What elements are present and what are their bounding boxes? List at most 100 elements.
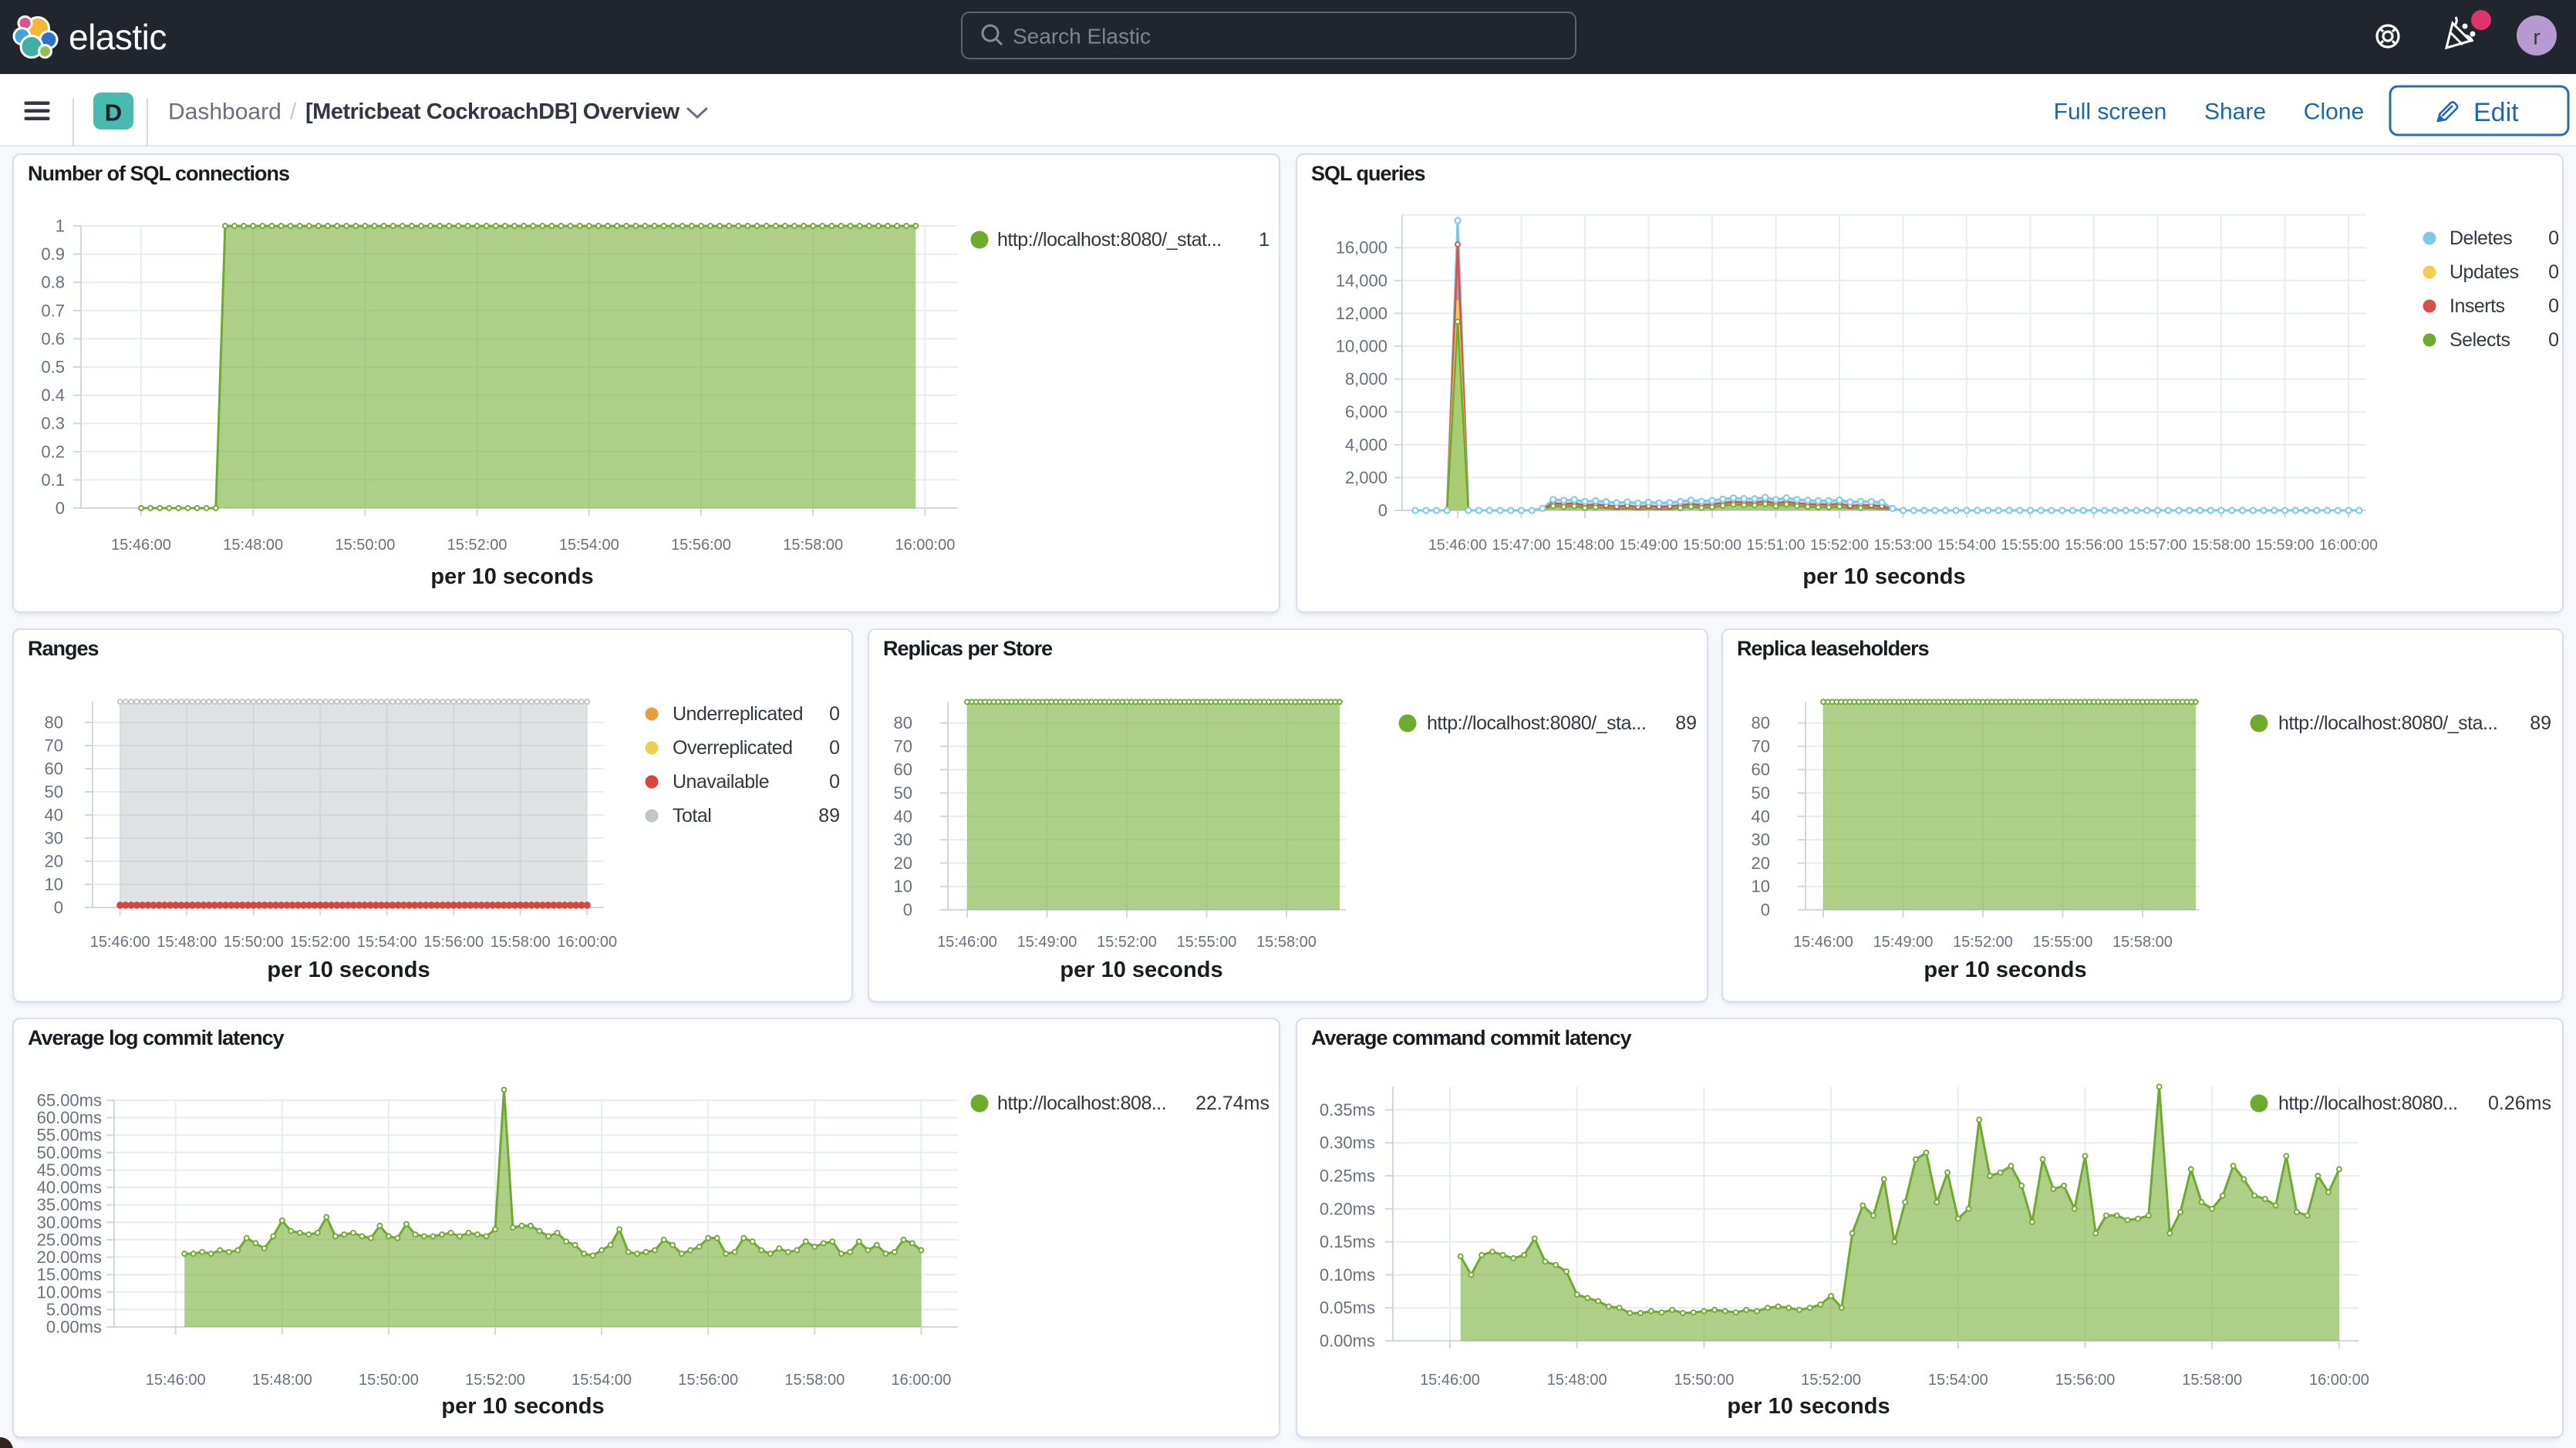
svg-text:15:56:00: 15:56:00 <box>2065 537 2123 554</box>
svg-text:6,000: 6,000 <box>1345 402 1387 422</box>
svg-text:Full screen: Full screen <box>2054 99 2167 125</box>
svg-text:45.00ms: 45.00ms <box>37 1160 102 1180</box>
svg-text:80: 80 <box>894 713 912 732</box>
svg-text:15:46:00: 15:46:00 <box>90 934 150 951</box>
svg-text:1: 1 <box>56 217 65 236</box>
svg-text:0.30ms: 0.30ms <box>1320 1133 1375 1153</box>
svg-text:15:46:00: 15:46:00 <box>937 934 997 951</box>
svg-text:15:50:00: 15:50:00 <box>1674 1372 1734 1389</box>
svg-text:0: 0 <box>1378 501 1387 520</box>
svg-text:per 10 seconds: per 10 seconds <box>267 958 430 982</box>
svg-text:0: 0 <box>2548 295 2559 317</box>
svg-text:10: 10 <box>45 875 63 894</box>
svg-text:15:46:00: 15:46:00 <box>1793 934 1853 951</box>
svg-text:15:48:00: 15:48:00 <box>157 934 217 951</box>
svg-text:15:46:00: 15:46:00 <box>1428 537 1487 554</box>
svg-text:per 10 seconds: per 10 seconds <box>430 564 593 589</box>
svg-text:Share: Share <box>2204 99 2266 125</box>
svg-text:http://localhost:8080/_sta...: http://localhost:8080/_sta... <box>2278 712 2497 734</box>
svg-text:15:48:00: 15:48:00 <box>223 537 283 554</box>
svg-text:40: 40 <box>45 806 63 825</box>
svg-text:50: 50 <box>894 783 912 803</box>
svg-text:Inserts: Inserts <box>2450 295 2505 317</box>
svg-text:5.00ms: 5.00ms <box>46 1300 102 1319</box>
svg-text:15:58:00: 15:58:00 <box>1256 934 1317 951</box>
svg-text:0: 0 <box>2548 329 2559 351</box>
svg-text:0.35ms: 0.35ms <box>1320 1100 1375 1120</box>
svg-text:16:00:00: 16:00:00 <box>2319 537 2378 554</box>
svg-text:per 10 seconds: per 10 seconds <box>1924 958 2086 982</box>
svg-text:http://localhost:8080/_stat...: http://localhost:8080/_stat... <box>997 229 1222 251</box>
svg-text:elastic: elastic <box>69 17 167 57</box>
svg-text:/: / <box>290 99 297 125</box>
svg-text:50: 50 <box>1752 783 1770 803</box>
svg-text:12,000: 12,000 <box>1336 304 1387 323</box>
svg-text:55.00ms: 55.00ms <box>37 1126 102 1145</box>
svg-text:15:52:00: 15:52:00 <box>1801 1372 1861 1389</box>
svg-text:15:59:00: 15:59:00 <box>2256 537 2315 554</box>
svg-text:0: 0 <box>54 898 63 918</box>
svg-text:20.00ms: 20.00ms <box>37 1248 102 1267</box>
svg-text:15:48:00: 15:48:00 <box>252 1372 312 1389</box>
svg-text:Selects: Selects <box>2450 329 2510 351</box>
svg-text:Clone: Clone <box>2304 99 2364 125</box>
svg-text:15:50:00: 15:50:00 <box>359 1372 419 1389</box>
svg-text:16,000: 16,000 <box>1336 238 1387 258</box>
svg-text:15:46:00: 15:46:00 <box>111 537 171 554</box>
svg-text:http://localhost:8080/_sta...: http://localhost:8080/_sta... <box>1427 712 1646 734</box>
svg-text:30.00ms: 30.00ms <box>37 1213 102 1232</box>
svg-text:15:54:00: 15:54:00 <box>559 537 619 554</box>
svg-text:30: 30 <box>45 829 63 848</box>
svg-text:20: 20 <box>894 854 912 873</box>
svg-text:15:48:00: 15:48:00 <box>1556 537 1614 554</box>
svg-text:15:50:00: 15:50:00 <box>335 537 395 554</box>
svg-text:10,000: 10,000 <box>1336 337 1387 356</box>
svg-text:70: 70 <box>1752 736 1770 756</box>
svg-text:60: 60 <box>1752 760 1770 780</box>
svg-text:0: 0 <box>1761 901 1770 920</box>
svg-text:10: 10 <box>894 877 912 896</box>
svg-text:16:00:00: 16:00:00 <box>557 934 617 951</box>
svg-text:15:50:00: 15:50:00 <box>224 934 284 951</box>
svg-text:0.8: 0.8 <box>41 273 65 292</box>
svg-text:15:49:00: 15:49:00 <box>1620 537 1678 554</box>
svg-text:15:55:00: 15:55:00 <box>1177 934 1237 951</box>
svg-text:14,000: 14,000 <box>1336 271 1387 290</box>
svg-text:60.00ms: 60.00ms <box>37 1108 102 1127</box>
svg-text:15:55:00: 15:55:00 <box>2033 934 2093 951</box>
svg-text:15:54:00: 15:54:00 <box>1928 1372 1988 1389</box>
svg-text:2,000: 2,000 <box>1345 468 1387 487</box>
svg-text:Deletes: Deletes <box>2450 227 2512 249</box>
svg-text:0: 0 <box>2548 261 2559 283</box>
svg-text:15:50:00: 15:50:00 <box>1683 537 1741 554</box>
svg-text:15:58:00: 15:58:00 <box>2112 934 2173 951</box>
svg-text:20: 20 <box>1752 854 1770 873</box>
svg-text:1: 1 <box>1259 229 1269 251</box>
svg-text:15:52:00: 15:52:00 <box>447 537 507 554</box>
svg-text:15:54:00: 15:54:00 <box>572 1372 632 1389</box>
svg-text:40.00ms: 40.00ms <box>37 1178 102 1197</box>
svg-text:http://localhost:8080...: http://localhost:8080... <box>2278 1093 2458 1114</box>
svg-text:Total: Total <box>673 805 711 827</box>
svg-text:Underreplicated: Underreplicated <box>673 703 803 725</box>
svg-text:0: 0 <box>903 901 912 920</box>
svg-text:25.00ms: 25.00ms <box>37 1230 102 1249</box>
svg-text:0.05ms: 0.05ms <box>1320 1298 1375 1318</box>
svg-text:80: 80 <box>1752 713 1770 732</box>
svg-text:15:51:00: 15:51:00 <box>1747 537 1806 554</box>
svg-text:60: 60 <box>894 760 912 780</box>
svg-text:65.00ms: 65.00ms <box>37 1091 102 1110</box>
svg-text:0.20ms: 0.20ms <box>1320 1199 1375 1218</box>
svg-text:15:48:00: 15:48:00 <box>1547 1372 1607 1389</box>
svg-text:15:52:00: 15:52:00 <box>1810 537 1869 554</box>
svg-text:15:58:00: 15:58:00 <box>491 934 551 951</box>
svg-text:per 10 seconds: per 10 seconds <box>1727 1394 1890 1419</box>
svg-text:0.15ms: 0.15ms <box>1320 1232 1375 1251</box>
svg-text:10.00ms: 10.00ms <box>37 1282 102 1302</box>
svg-text:50: 50 <box>45 783 63 802</box>
svg-text:Overreplicated: Overreplicated <box>673 737 793 759</box>
svg-text:15:49:00: 15:49:00 <box>1873 934 1934 951</box>
svg-text:0.4: 0.4 <box>41 386 65 405</box>
svg-text:60: 60 <box>45 759 63 779</box>
svg-text:30: 30 <box>894 830 912 850</box>
